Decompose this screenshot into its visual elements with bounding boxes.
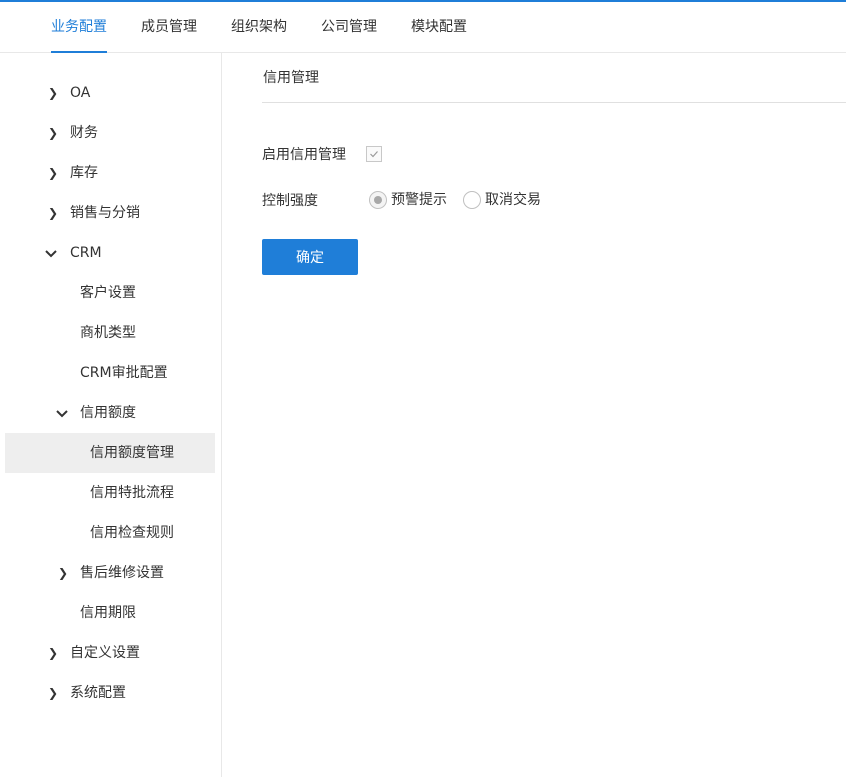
tab-member-management[interactable]: 成员管理	[141, 2, 197, 53]
sidebar-item-custom-settings[interactable]: ❯ 自定义设置	[0, 633, 215, 673]
sidebar-item-label: CRM审批配置	[80, 365, 168, 381]
tab-org-structure[interactable]: 组织架构	[231, 2, 287, 53]
tab-module-config[interactable]: 模块配置	[411, 2, 467, 53]
chevron-right-icon: ❯	[47, 646, 59, 660]
sidebar-item-label: 信用特批流程	[90, 485, 174, 501]
page-title: 信用管理	[263, 70, 319, 86]
sidebar-item-label: 系统配置	[70, 685, 126, 701]
chevron-right-icon: ❯	[47, 126, 59, 140]
sidebar-item-label: 信用额度	[80, 405, 136, 421]
sidebar-item-label: 自定义设置	[70, 645, 140, 661]
tab-company-management[interactable]: 公司管理	[321, 2, 377, 53]
sidebar-item-oa[interactable]: ❯ OA	[0, 73, 215, 113]
sidebar-item-finance[interactable]: ❯ 财务	[0, 113, 215, 153]
sidebar-item-credit-limit[interactable]: 信用额度	[0, 393, 215, 433]
sidebar-item-label: 库存	[70, 165, 98, 181]
tab-business-config[interactable]: 业务配置	[51, 2, 107, 53]
chevron-right-icon: ❯	[57, 566, 69, 580]
sidebar-item-label: 信用期限	[80, 605, 136, 621]
sidebar-item-system-config[interactable]: ❯ 系统配置	[0, 673, 215, 713]
sidebar-item-after-sales-repair[interactable]: ❯ 售后维修设置	[0, 553, 215, 593]
sidebar-item-label: OA	[70, 85, 91, 101]
sidebar-item-label: 信用检查规则	[90, 525, 174, 541]
chevron-down-icon	[55, 393, 69, 433]
chevron-right-icon: ❯	[47, 166, 59, 180]
enable-credit-checkbox[interactable]	[366, 146, 382, 162]
sidebar-item-label: CRM	[70, 245, 102, 261]
sidebar-item-opportunity-type[interactable]: 商机类型	[0, 313, 215, 353]
sidebar: ❯ OA ❯ 财务 ❯ 库存 ❯ 销售与分销 CRM 客户设置 商机类型 CRM…	[0, 53, 222, 777]
sidebar-item-label: 销售与分销	[70, 205, 140, 221]
confirm-button[interactable]: 确定	[262, 239, 358, 275]
sidebar-item-label: 客户设置	[80, 285, 136, 301]
top-nav: 业务配置 成员管理 组织架构 公司管理 模块配置	[0, 2, 846, 53]
chevron-right-icon: ❯	[47, 686, 59, 700]
chevron-right-icon: ❯	[47, 86, 59, 100]
title-divider	[262, 102, 846, 103]
sidebar-item-label: 财务	[70, 125, 98, 141]
sidebar-item-sales-distribution[interactable]: ❯ 销售与分销	[0, 193, 215, 233]
sidebar-item-customer-settings[interactable]: 客户设置	[0, 273, 215, 313]
radio-cancel-transaction-label[interactable]: 取消交易	[485, 189, 541, 209]
control-strength-label: 控制强度	[262, 193, 318, 209]
chevron-right-icon: ❯	[47, 206, 59, 220]
radio-warning-prompt-label[interactable]: 预警提示	[391, 189, 447, 209]
check-icon	[370, 151, 378, 158]
sidebar-item-credit-special-approval[interactable]: 信用特批流程	[0, 473, 215, 513]
chevron-down-icon	[44, 233, 58, 273]
sidebar-item-credit-limit-management[interactable]: 信用额度管理	[5, 433, 215, 473]
enable-credit-label: 启用信用管理	[262, 147, 346, 163]
sidebar-item-credit-check-rules[interactable]: 信用检查规则	[0, 513, 215, 553]
sidebar-item-credit-term[interactable]: 信用期限	[0, 593, 215, 633]
radio-warning-prompt[interactable]	[369, 191, 387, 209]
sidebar-item-inventory[interactable]: ❯ 库存	[0, 153, 215, 193]
radio-cancel-transaction[interactable]	[463, 191, 481, 209]
sidebar-item-label: 信用额度管理	[90, 445, 174, 461]
sidebar-item-crm-approval[interactable]: CRM审批配置	[0, 353, 215, 393]
sidebar-item-label: 商机类型	[80, 325, 136, 341]
sidebar-item-crm[interactable]: CRM	[0, 233, 215, 273]
sidebar-item-label: 售后维修设置	[80, 565, 164, 581]
